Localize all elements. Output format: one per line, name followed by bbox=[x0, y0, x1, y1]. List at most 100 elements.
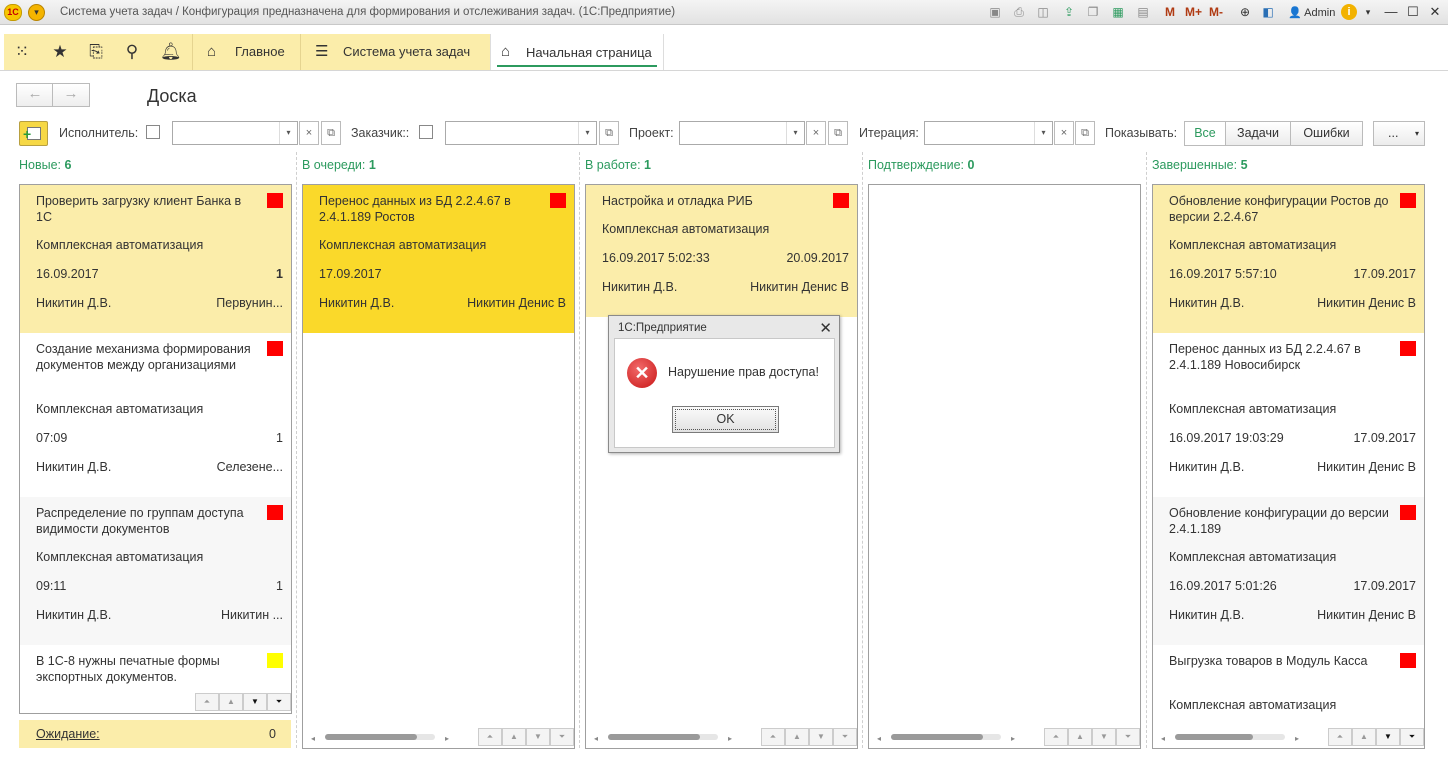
customer-checkbox[interactable] bbox=[419, 125, 433, 139]
scroll-top-icon[interactable]: ⏶ bbox=[195, 693, 219, 711]
memory-add-button[interactable]: M+ bbox=[1185, 5, 1202, 19]
customer-field[interactable]: ▾ bbox=[445, 121, 597, 145]
scroll-right-icon[interactable]: ▸ bbox=[1011, 734, 1015, 743]
iteration-clear-button[interactable]: × bbox=[1054, 121, 1074, 145]
print-icon[interactable]: ⎙ bbox=[1011, 4, 1027, 20]
iteration-open-button[interactable]: ⧉ bbox=[1075, 121, 1095, 145]
dropdown-arrow-icon[interactable]: ▾ bbox=[578, 122, 596, 144]
task-card[interactable]: Перенос данных из БД 2.2.4.67 в 2.4.1.18… bbox=[303, 185, 574, 333]
scroll-up-icon[interactable]: ▲ bbox=[785, 728, 809, 746]
maximize-icon[interactable]: ☐ bbox=[1404, 3, 1422, 21]
save-icon[interactable]: ▣ bbox=[987, 4, 1003, 20]
favorites-star-icon[interactable]: ★ bbox=[50, 42, 70, 62]
scroll-left-icon[interactable]: ◂ bbox=[594, 734, 598, 743]
task-card[interactable]: Обновление конфигурации Ростов до версии… bbox=[1153, 185, 1424, 333]
scroll-down-icon[interactable]: ▼ bbox=[1376, 728, 1400, 746]
upload-icon[interactable]: ⇪ bbox=[1061, 4, 1077, 20]
dialog-close-icon[interactable]: ✕ bbox=[819, 319, 832, 337]
task-card[interactable]: Обновление конфигурации до версии 2.4.1.… bbox=[1153, 497, 1424, 645]
executor-checkbox[interactable] bbox=[146, 125, 160, 139]
scroll-right-icon[interactable]: ▸ bbox=[728, 734, 732, 743]
scroll-right-icon[interactable]: ▸ bbox=[445, 734, 449, 743]
waiting-link[interactable]: Ожидание: bbox=[36, 727, 100, 741]
executor-open-button[interactable]: ⧉ bbox=[321, 121, 341, 145]
column-in-progress[interactable]: Настройка и отладка РИБ Комплексная автом… bbox=[585, 184, 858, 749]
memory-m-button[interactable]: M bbox=[1165, 5, 1175, 19]
task-card[interactable]: Настройка и отладка РИБ Комплексная автом… bbox=[586, 185, 857, 317]
horizontal-scrollbar[interactable] bbox=[891, 734, 1001, 740]
back-button[interactable]: ← bbox=[16, 83, 54, 107]
scroll-bottom-icon[interactable]: ⏷ bbox=[1400, 728, 1424, 746]
scroll-down-icon[interactable]: ▼ bbox=[243, 693, 267, 711]
scroll-up-icon[interactable]: ▲ bbox=[1352, 728, 1376, 746]
copy-icon[interactable]: ❐ bbox=[1085, 4, 1101, 20]
memory-subtract-button[interactable]: M- bbox=[1209, 5, 1223, 19]
scroll-top-icon[interactable]: ⏶ bbox=[1328, 728, 1352, 746]
scroll-bottom-icon[interactable]: ⏷ bbox=[833, 728, 857, 746]
task-card[interactable]: Распределение по группам доступа видимос… bbox=[20, 497, 291, 645]
iteration-field[interactable]: ▾ bbox=[924, 121, 1053, 145]
column-confirmation[interactable]: ◂ ▸ ⏶ ▲ ▼ ⏷ bbox=[868, 184, 1141, 749]
forward-button[interactable]: → bbox=[52, 83, 90, 107]
dropdown-arrow-icon[interactable]: ▾ bbox=[786, 122, 804, 144]
section-main[interactable]: ⌂ Главное bbox=[192, 34, 300, 70]
horizontal-scrollbar[interactable] bbox=[608, 734, 718, 740]
scroll-bottom-icon[interactable]: ⏷ bbox=[1116, 728, 1140, 746]
calendar-icon[interactable]: ▤ bbox=[1135, 4, 1151, 20]
column-queue[interactable]: Перенос данных из БД 2.2.4.67 в 2.4.1.18… bbox=[302, 184, 575, 749]
preview-icon[interactable]: ◫ bbox=[1035, 4, 1051, 20]
scroll-down-icon[interactable]: ▼ bbox=[1092, 728, 1116, 746]
apps-grid-icon[interactable]: ⁙ bbox=[12, 42, 32, 62]
minimize-icon[interactable]: — bbox=[1382, 3, 1400, 21]
dropdown-arrow-icon[interactable]: ▾ bbox=[1034, 122, 1052, 144]
spreadsheet-icon[interactable]: ▦ bbox=[1110, 4, 1126, 20]
show-errors-button[interactable]: Ошибки bbox=[1290, 121, 1363, 146]
scroll-top-icon[interactable]: ⏶ bbox=[761, 728, 785, 746]
main-menu-dropdown-icon[interactable]: ▾ bbox=[28, 4, 45, 21]
more-actions-button[interactable]: ... ▾ bbox=[1373, 121, 1425, 146]
search-icon[interactable]: ⚲ bbox=[122, 42, 142, 62]
task-card[interactable]: Создание механизма формирования документ… bbox=[20, 333, 291, 497]
panels-icon[interactable]: ◧ bbox=[1260, 4, 1276, 20]
task-card[interactable]: Перенос данных из БД 2.2.4.67 в 2.4.1.18… bbox=[1153, 333, 1424, 497]
scroll-down-icon[interactable]: ▼ bbox=[526, 728, 550, 746]
scroll-bottom-icon[interactable]: ⏷ bbox=[550, 728, 574, 746]
dropdown-arrow-icon[interactable]: ▾ bbox=[279, 122, 297, 144]
scroll-top-icon[interactable]: ⏶ bbox=[1044, 728, 1068, 746]
project-open-button[interactable]: ⧉ bbox=[828, 121, 848, 145]
info-dropdown-icon[interactable]: ▾ bbox=[1359, 3, 1377, 21]
section-task-system[interactable]: ☰ Система учета задач bbox=[300, 34, 490, 70]
scroll-top-icon[interactable]: ⏶ bbox=[478, 728, 502, 746]
current-user[interactable]: 👤 Admin bbox=[1288, 6, 1335, 19]
close-icon[interactable]: ✕ bbox=[1426, 3, 1444, 21]
scroll-left-icon[interactable]: ◂ bbox=[311, 734, 315, 743]
executor-field[interactable]: ▾ bbox=[172, 121, 298, 145]
task-card[interactable]: Проверить загрузку клиент Банка в 1С Комп… bbox=[20, 185, 291, 333]
zoom-icon[interactable]: ⊕ bbox=[1237, 4, 1253, 20]
customer-open-button[interactable]: ⧉ bbox=[599, 121, 619, 145]
scroll-up-icon[interactable]: ▲ bbox=[502, 728, 526, 746]
add-task-button[interactable]: + bbox=[19, 121, 48, 146]
horizontal-scrollbar[interactable] bbox=[1175, 734, 1285, 740]
executor-clear-button[interactable]: × bbox=[299, 121, 319, 145]
notifications-bell-icon[interactable]: 🔔︎ bbox=[160, 42, 182, 62]
history-icon[interactable]: ⎘ bbox=[86, 42, 106, 62]
scroll-down-icon[interactable]: ▼ bbox=[809, 728, 833, 746]
horizontal-scrollbar[interactable] bbox=[325, 734, 435, 740]
column-new[interactable]: В 1С-8 нужны печатные формы экспортных д… bbox=[19, 184, 292, 714]
scroll-up-icon[interactable]: ▲ bbox=[1068, 728, 1092, 746]
scroll-up-icon[interactable]: ▲ bbox=[219, 693, 243, 711]
scroll-bottom-icon[interactable]: ⏷ bbox=[267, 693, 291, 711]
column-done[interactable]: Выгрузка товаров в Модуль Касса Комплексн… bbox=[1152, 184, 1425, 749]
scroll-right-icon[interactable]: ▸ bbox=[1295, 734, 1299, 743]
scroll-left-icon[interactable]: ◂ bbox=[877, 734, 881, 743]
scrollbar-thumb[interactable] bbox=[325, 734, 417, 740]
tab-home-page[interactable]: ⌂ Начальная страница bbox=[490, 34, 664, 70]
ok-button[interactable]: OK bbox=[672, 406, 779, 433]
scrollbar-thumb[interactable] bbox=[891, 734, 983, 740]
project-clear-button[interactable]: × bbox=[806, 121, 826, 145]
project-field[interactable]: ▾ bbox=[679, 121, 805, 145]
info-icon[interactable]: i bbox=[1341, 4, 1357, 20]
show-tasks-button[interactable]: Задачи bbox=[1225, 121, 1291, 146]
scrollbar-thumb[interactable] bbox=[608, 734, 700, 740]
